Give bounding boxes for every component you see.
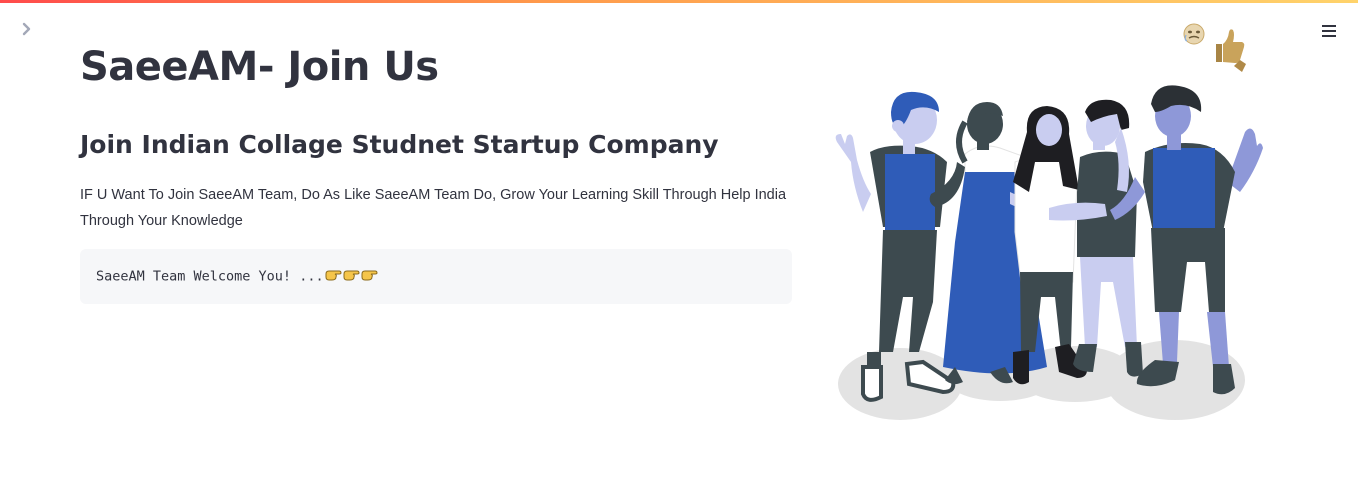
intro-text: IF U Want To Join SaeeAM Team, Do As Lik…: [80, 187, 787, 229]
page-subheader: Join Indian Collage Studnet Startup Comp…: [80, 130, 719, 159]
hamburger-menu-icon[interactable]: [1318, 20, 1340, 42]
code-block: SaeeAM Team Welcome You! ...: [80, 249, 792, 304]
person-3: [1013, 106, 1087, 385]
chevron-right-icon[interactable]: [18, 20, 36, 38]
pointing-hand-icon: [325, 268, 342, 285]
group-of-people-illustration: [815, 82, 1275, 427]
running-face-icon: [1183, 23, 1246, 72]
thumbs-up-icon: [1216, 29, 1246, 72]
status-icons: [1182, 22, 1252, 74]
code-text: SaeeAM Team Welcome You! ...: [96, 268, 324, 285]
pointing-hand-icon: [343, 268, 360, 285]
top-accent-bar: [0, 0, 1358, 3]
pointing-hand-icon: [361, 268, 378, 285]
page-title: SaeeAM- Join Us: [80, 44, 439, 90]
